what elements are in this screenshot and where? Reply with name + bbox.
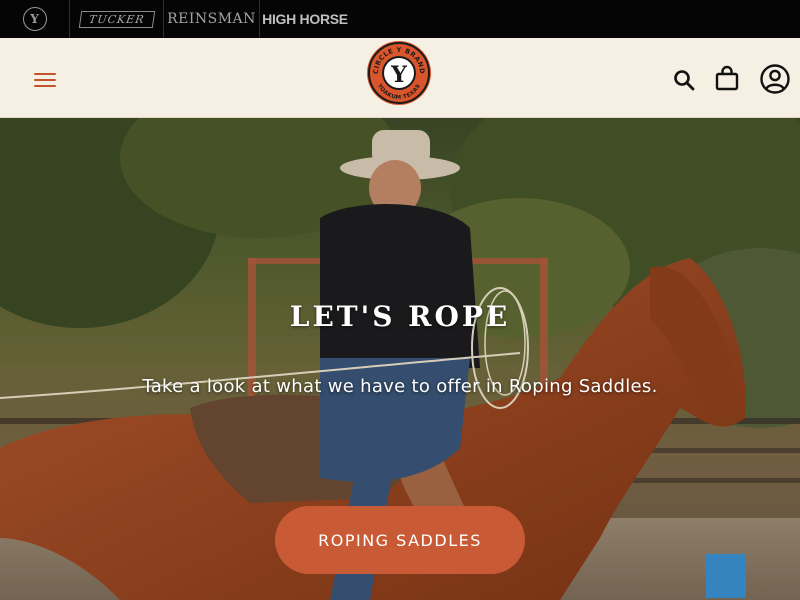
search-icon[interactable] (672, 68, 696, 92)
brand-link-circle-y[interactable]: Y (0, 0, 70, 38)
hamburger-menu-icon[interactable] (34, 72, 56, 88)
shopping-bag-icon[interactable] (714, 65, 740, 91)
circle-y-logo[interactable]: Y CIRCLE Y BRAND YOAKUM TEXAS (366, 40, 432, 106)
reinsman-logo-text: REINSMAN (167, 11, 256, 27)
hero-title: LET'S ROPE (289, 300, 511, 333)
account-icon[interactable] (759, 63, 791, 95)
high-horse-logo-text: HIGH HORSE (262, 11, 348, 27)
hero-subtitle: Take a look at what we have to offer in … (142, 376, 658, 397)
hero-banner: LET'S ROPE Take a look at what we have t… (0, 118, 800, 600)
circle-y-letter: Y (30, 12, 39, 26)
brand-link-tucker[interactable]: TUCKER (70, 0, 164, 38)
circle-y-badge-icon: Y (22, 7, 47, 31)
brand-link-high-horse[interactable]: HIGH HORSE (260, 0, 350, 38)
brand-bar: Y TUCKER REINSMAN HIGH HORSE (0, 0, 800, 38)
site-header: Y CIRCLE Y BRAND YOAKUM TEXAS (0, 38, 800, 118)
brand-link-reinsman[interactable]: REINSMAN (164, 0, 260, 38)
roping-saddles-button[interactable]: ROPING SADDLES (275, 506, 525, 574)
logo-letter: Y (390, 62, 407, 88)
tucker-logo-text: TUCKER (78, 10, 155, 28)
